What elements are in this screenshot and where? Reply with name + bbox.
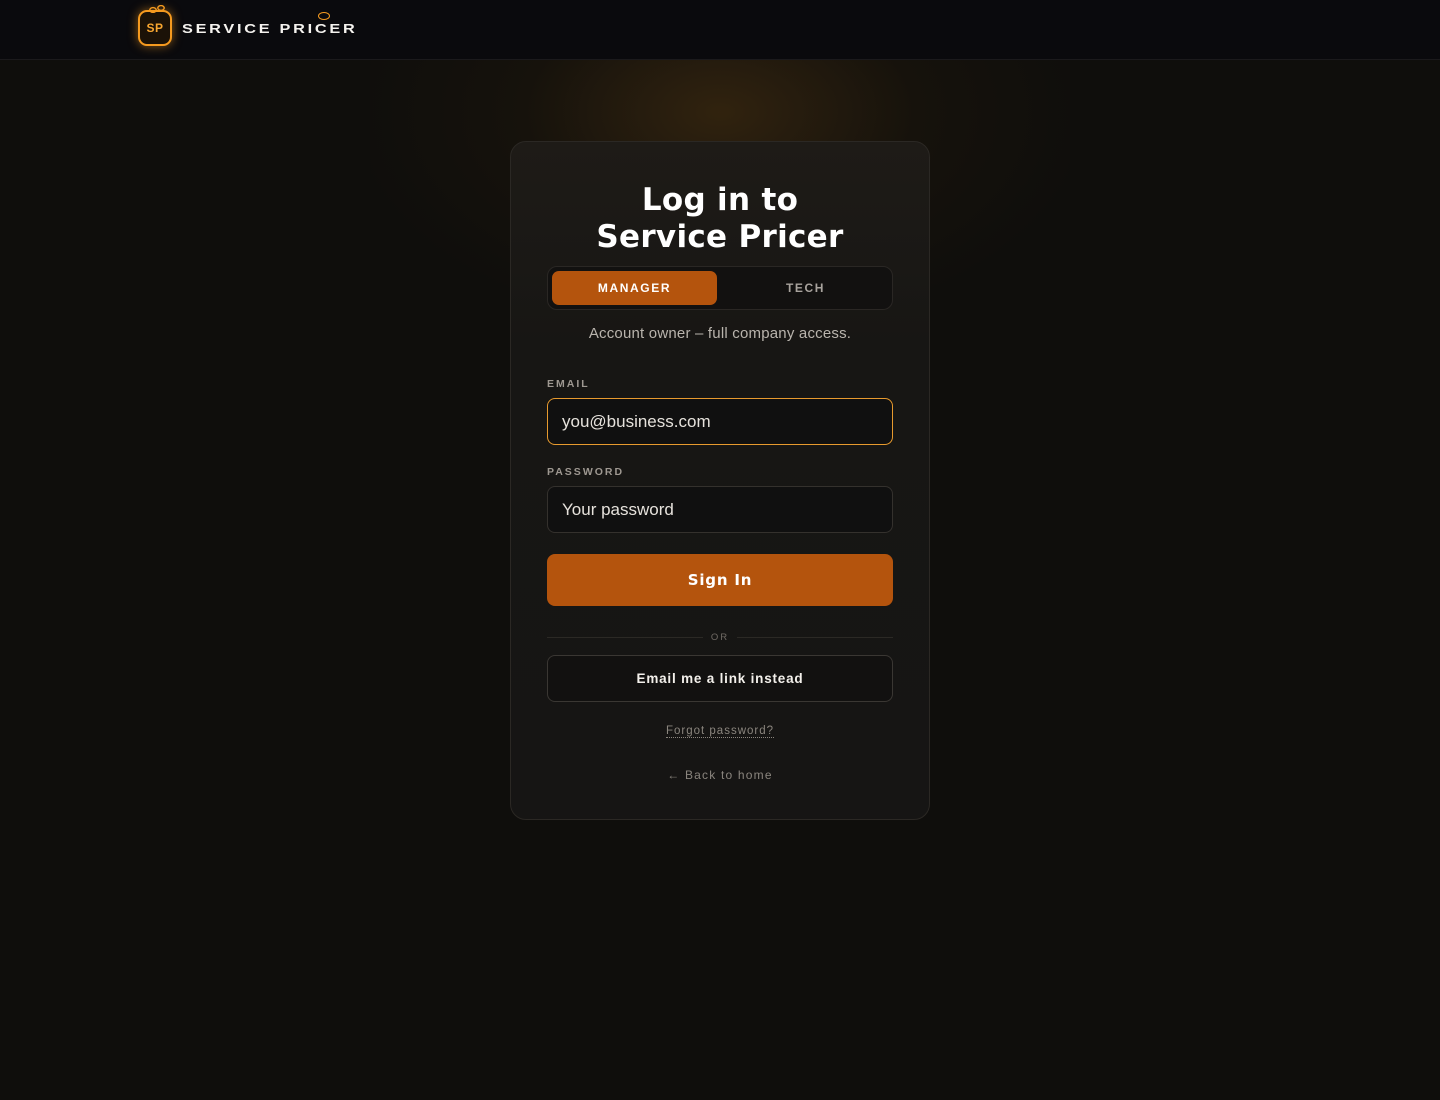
logo-text: SP	[146, 21, 164, 35]
brand-dot-icon	[318, 12, 330, 20]
or-divider: OR	[547, 630, 893, 644]
top-navbar: SP SERVICE PRICER	[0, 0, 1440, 60]
password-field[interactable]	[547, 486, 893, 533]
tab-tech[interactable]: TECH	[723, 271, 888, 305]
email-field[interactable]	[547, 398, 893, 445]
role-description: Account owner – full company access.	[588, 325, 852, 342]
logo-icon: SP	[138, 5, 172, 46]
title-line-2: Service Pricer	[596, 219, 844, 255]
title-line-1: Log in to	[641, 182, 799, 218]
divider-line-right	[737, 636, 893, 638]
back-to-home-link[interactable]: ← Back to home	[511, 768, 929, 782]
tab-manager[interactable]: MANAGER	[552, 271, 717, 305]
or-label: OR	[710, 631, 730, 643]
password-label: PASSWORD	[547, 466, 625, 478]
page-title: Log in to Service Pricer	[511, 182, 929, 256]
forgot-password-row: Forgot password?	[511, 721, 929, 739]
role-toggle: MANAGER TECH	[547, 266, 893, 310]
logo-ears-icon	[149, 5, 165, 13]
magic-link-button[interactable]: Email me a link instead	[547, 655, 893, 702]
forgot-password-link[interactable]: Forgot password?	[665, 725, 775, 738]
divider-line-left	[547, 636, 703, 638]
email-label: EMAIL	[547, 378, 590, 390]
brand-name: SERVICE PRICER	[182, 20, 358, 36]
brand-home-link[interactable]: SP SERVICE PRICER	[138, 5, 355, 46]
sign-in-button[interactable]: Sign In	[547, 554, 893, 606]
login-card: Log in to Service Pricer MANAGER TECH Ac…	[510, 141, 930, 820]
